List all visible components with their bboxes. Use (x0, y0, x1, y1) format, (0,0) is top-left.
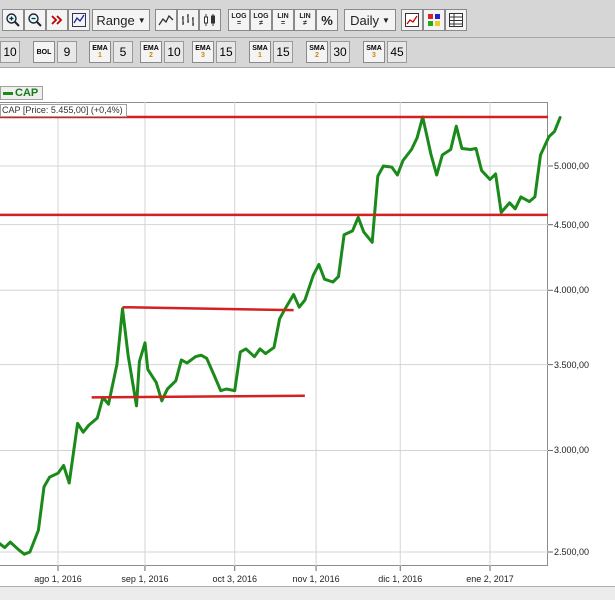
y-tick-label: 4.500,00 (554, 219, 590, 230)
y-tick-label: 3.000,00 (554, 445, 590, 456)
y-tick-label: 3.500,00 (554, 359, 590, 370)
x-tick-label: ago 1, 2016 (34, 574, 82, 584)
x-tick-label: sep 1, 2016 (121, 574, 169, 584)
y-tick-label: 2.500,00 (554, 547, 590, 557)
x-tick-label: oct 3, 2016 (212, 574, 257, 584)
trendline (122, 305, 294, 312)
price-chart[interactable] (0, 0, 615, 599)
x-tick-label: dic 1, 2016 (378, 574, 423, 584)
y-tick-label: 4.000,00 (554, 285, 590, 296)
trendline (91, 394, 305, 399)
series-line-cap (0, 115, 562, 556)
x-tick-label: nov 1, 2016 (292, 574, 340, 584)
y-tick-label: 5.000,00 (554, 161, 590, 171)
horizontal-scrollbar[interactable] (0, 586, 615, 600)
price-readout: CAP [Price: 5.455,00] (+0,4%) (0, 104, 127, 117)
x-tick-label: ene 2, 2017 (466, 574, 514, 584)
